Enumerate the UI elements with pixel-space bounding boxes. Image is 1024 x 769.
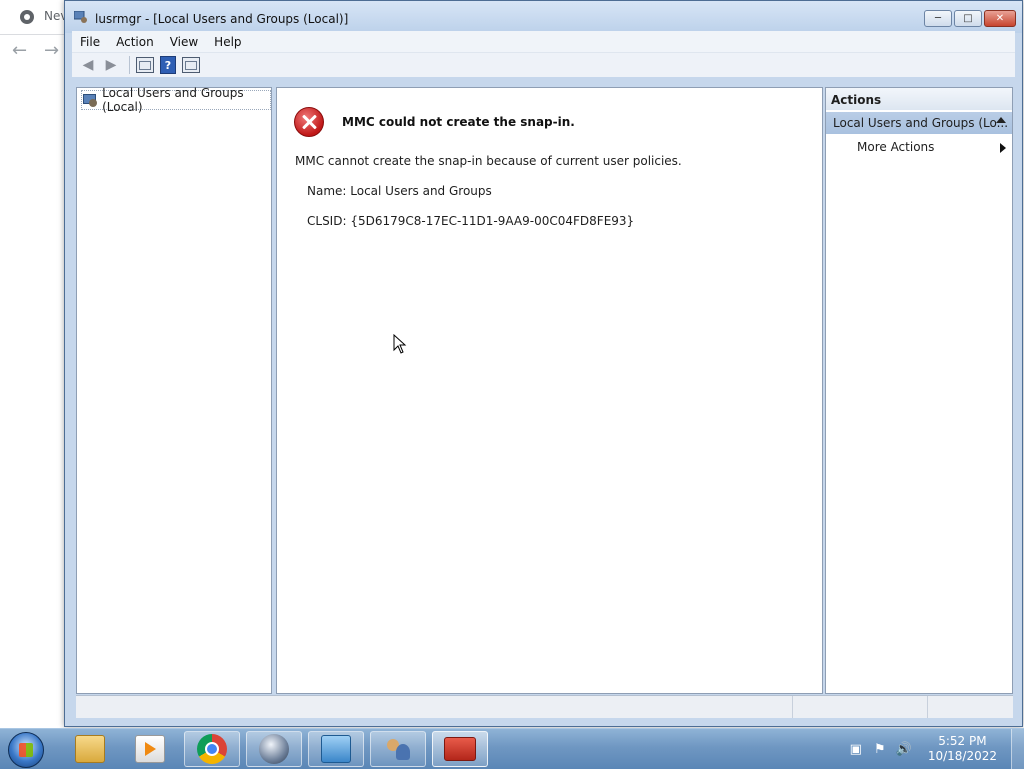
status-cell: [793, 696, 928, 718]
more-actions-item[interactable]: More Actions: [857, 140, 934, 154]
browser-tab[interactable]: Nev: [0, 0, 70, 35]
menu-action[interactable]: Action: [108, 35, 162, 49]
network-status-icon[interactable]: ▣: [848, 741, 864, 757]
help-button[interactable]: ?: [158, 56, 178, 74]
back-button[interactable]: ◀: [78, 56, 98, 74]
menu-file[interactable]: File: [72, 35, 108, 49]
back-icon: ◀: [82, 57, 94, 73]
maximize-button[interactable]: □: [954, 10, 982, 27]
start-button[interactable]: [8, 732, 44, 768]
taskbar-app-toolbox[interactable]: [432, 731, 488, 767]
title-bar[interactable]: lusrmgr - [Local Users and Groups (Local…: [65, 1, 1022, 33]
background-browser-window: Nev ← →: [0, 0, 70, 728]
status-bar: [76, 695, 1013, 718]
action-center-flag-icon[interactable]: ⚑: [872, 741, 888, 757]
system-tray: ▣ ⚑ 🔊 5:52 PM 10/18/2022: [848, 729, 1024, 769]
clock-date: 10/18/2022: [927, 749, 997, 763]
error-snapin-name: Name: Local Users and Groups: [307, 184, 492, 198]
status-cell: [928, 696, 1013, 718]
taskbar-app-network[interactable]: [308, 731, 364, 767]
taskbar: ▣ ⚑ 🔊 5:52 PM 10/18/2022: [0, 728, 1024, 769]
taskbar-app-chrome[interactable]: [184, 731, 240, 767]
taskbar-app-explorer[interactable]: [62, 731, 118, 767]
arrow-right-icon[interactable]: →: [44, 40, 59, 61]
mouse-cursor-icon: [393, 334, 407, 354]
taskbar-app-sphere[interactable]: [246, 731, 302, 767]
folder-icon: [75, 735, 105, 763]
close-button[interactable]: ✕: [984, 10, 1016, 27]
taskbar-app-users[interactable]: [370, 731, 426, 767]
menu-help[interactable]: Help: [206, 35, 249, 49]
toolbox-icon: [444, 737, 476, 761]
chrome-icon: [20, 10, 34, 24]
taskbar-app-media-player[interactable]: [122, 731, 178, 767]
mmc-window: lusrmgr - [Local Users and Groups (Local…: [64, 0, 1023, 727]
window-title: lusrmgr - [Local Users and Groups (Local…: [95, 12, 349, 26]
close-icon: ✕: [995, 13, 1005, 24]
clock[interactable]: 5:52 PM 10/18/2022: [928, 734, 997, 764]
volume-icon[interactable]: 🔊: [896, 741, 912, 757]
chrome-icon: [197, 734, 227, 764]
show-hide-console-tree-icon: [136, 57, 154, 73]
show-hide-console-tree-button[interactable]: [135, 56, 155, 74]
result-pane: MMC could not create the snap-in. MMC ca…: [276, 87, 823, 694]
users-groups-icon: [82, 93, 97, 107]
network-icon: [321, 735, 351, 763]
tree-item-local-users-and-groups[interactable]: Local Users and Groups (Local): [81, 86, 271, 114]
error-message: MMC cannot create the snap-in because of…: [295, 154, 682, 168]
toolbar-separator: [129, 56, 130, 74]
window-controls: ─ □ ✕: [922, 10, 1016, 27]
error-icon: [294, 107, 324, 137]
actions-header: Actions: [826, 88, 1012, 110]
media-player-icon: [135, 735, 165, 763]
minimize-button[interactable]: ─: [924, 10, 952, 27]
arrow-left-icon[interactable]: ←: [12, 40, 27, 61]
show-desktop-button[interactable]: [1011, 729, 1024, 769]
forward-button[interactable]: ▶: [101, 56, 121, 74]
sphere-icon: [259, 734, 289, 764]
menu-bar: File Action View Help: [72, 31, 1015, 53]
menu-view[interactable]: View: [162, 35, 206, 49]
help-icon: ?: [160, 56, 176, 74]
minimize-icon: ─: [934, 13, 942, 24]
tree-item-label: Local Users and Groups (Local): [102, 86, 244, 114]
console-tree: Local Users and Groups (Local): [76, 86, 272, 694]
show-hide-action-pane-button[interactable]: [181, 56, 201, 74]
error-clsid: CLSID: {5D6179C8-17EC-11D1-9AA9-00C04FD8…: [307, 214, 635, 228]
users-groups-icon: [74, 11, 87, 23]
collapse-icon[interactable]: [996, 117, 1006, 123]
forward-icon: ▶: [105, 57, 117, 73]
actions-section-header[interactable]: Local Users and Groups (Lo...: [826, 112, 1012, 134]
error-title: MMC could not create the snap-in.: [342, 115, 575, 129]
actions-pane: Actions Local Users and Groups (Lo... Mo…: [825, 87, 1013, 694]
toolbar: ◀ ▶ ?: [72, 53, 1015, 77]
clock-time: 5:52 PM: [938, 734, 987, 748]
users-icon: [383, 735, 413, 763]
actions-section-title: Local Users and Groups (Lo...: [833, 116, 1009, 130]
show-hide-action-pane-icon: [182, 57, 200, 73]
submenu-arrow-icon: [1000, 143, 1006, 153]
maximize-icon: □: [963, 13, 973, 24]
status-cell: [76, 696, 793, 718]
